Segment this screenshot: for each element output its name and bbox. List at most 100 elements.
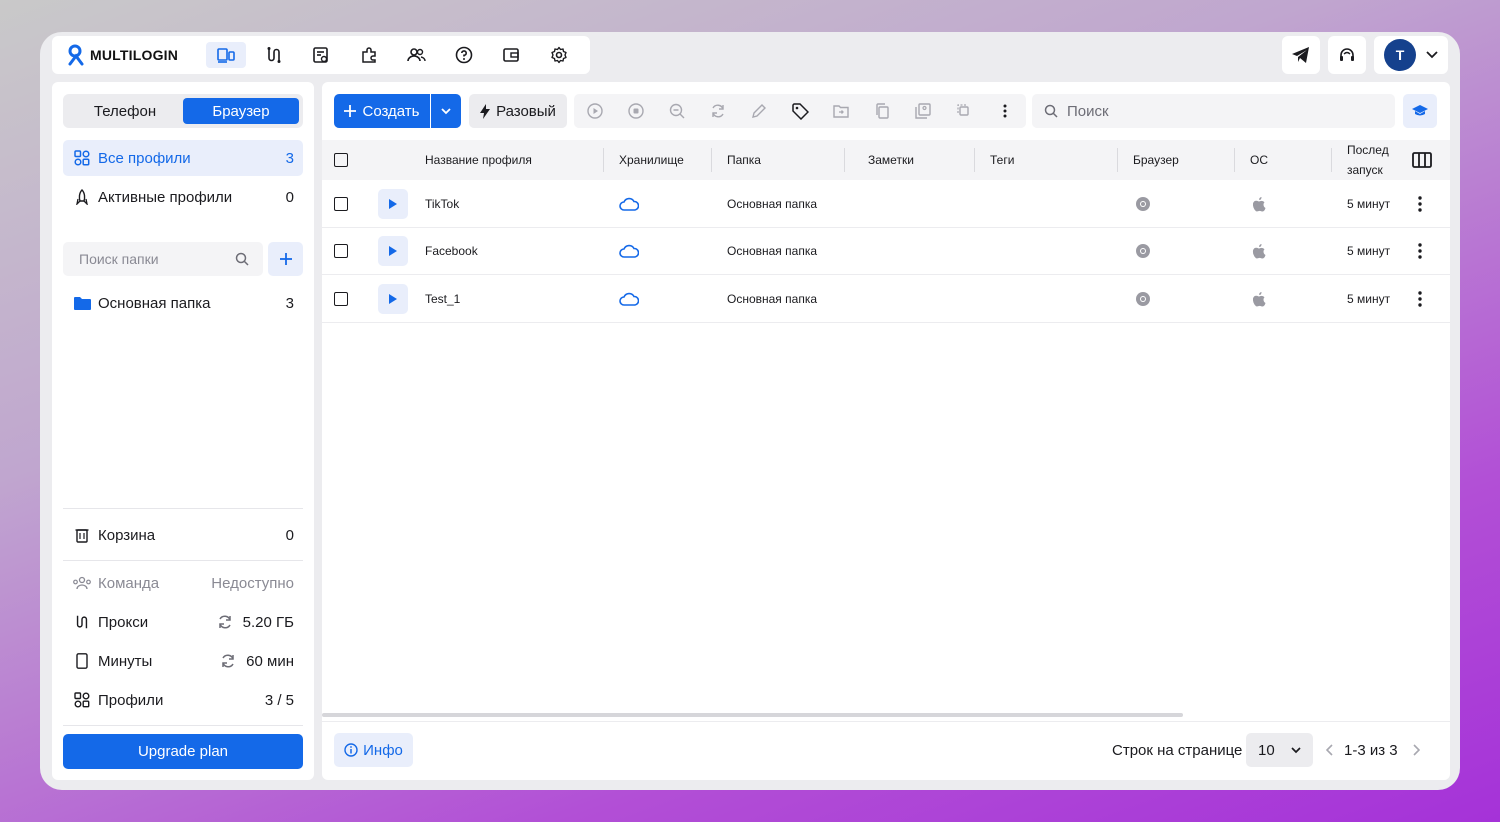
row-more-icon[interactable] [1418, 228, 1422, 275]
apple-icon [1252, 275, 1266, 322]
folder-count: 3 [285, 294, 294, 312]
column-folder[interactable]: Папка [727, 140, 761, 180]
sidebar-item-trash[interactable]: Корзина 0 [63, 517, 303, 553]
create-dropdown-button[interactable] [431, 94, 461, 128]
sidebar-item-label: Корзина [98, 526, 156, 544]
play-icon [389, 293, 397, 304]
chrome-icon [1135, 180, 1151, 227]
chevron-left-icon[interactable] [1326, 744, 1334, 756]
tag-icon[interactable] [779, 94, 820, 128]
play-icon [389, 198, 397, 209]
trash-icon [72, 525, 92, 545]
row-checkbox[interactable] [334, 228, 348, 275]
profile-folder: Основная папка [727, 196, 817, 211]
rows-per-page-value: 10 [1258, 741, 1275, 759]
profiles-icon[interactable] [206, 42, 246, 68]
row-checkbox[interactable] [334, 180, 348, 227]
column-tags[interactable]: Теги [990, 140, 1014, 180]
select-icon[interactable] [944, 94, 985, 128]
create-button[interactable]: Создать [334, 94, 430, 128]
cloud-icon [619, 228, 639, 275]
refresh-icon[interactable] [220, 653, 236, 669]
wallet-icon[interactable] [491, 42, 531, 68]
one-off-profile-button[interactable]: Разовый [469, 94, 567, 128]
start-profile-button[interactable] [378, 180, 408, 227]
profile-search-input[interactable]: Поиск [1032, 94, 1395, 128]
minutes-balance: 60 мин [246, 652, 294, 670]
upgrade-plan-button[interactable]: Upgrade plan [63, 734, 303, 769]
select-all-checkbox[interactable] [334, 140, 348, 180]
extensions-icon[interactable] [349, 42, 389, 68]
avatar[interactable]: T [1384, 39, 1416, 71]
profile-name[interactable]: Facebook [425, 228, 478, 275]
tab-browser[interactable]: Браузер [183, 98, 299, 124]
start-profile-button[interactable] [378, 228, 408, 275]
last-launch: 5 минут [1347, 196, 1391, 211]
settings-icon[interactable] [539, 42, 579, 68]
column-separator [974, 148, 975, 172]
table-row[interactable]: Facebook Основная папка 5 минут [322, 228, 1450, 275]
copy-icon[interactable] [862, 94, 903, 128]
folder-search-input[interactable]: Поиск папки [63, 242, 263, 276]
sidebar-item-label: Активные профили [98, 188, 233, 206]
chevron-right-icon[interactable] [1412, 744, 1420, 756]
stop-icon[interactable] [615, 94, 656, 128]
columns-settings-icon[interactable] [1412, 140, 1432, 180]
folder-item[interactable]: Основная папка 3 [63, 285, 303, 321]
sidebar-item-minutes[interactable]: Минуты 60 мин [63, 643, 303, 679]
chevron-down-icon [1426, 51, 1438, 59]
profile-name[interactable]: TikTok [425, 180, 459, 227]
academy-button[interactable] [1403, 94, 1437, 128]
help-icon[interactable] [444, 42, 484, 68]
team-icon[interactable] [396, 42, 436, 68]
avatar-letter: T [1395, 47, 1405, 63]
sidebar-item-all-profiles[interactable]: Все профили 3 [63, 140, 303, 176]
info-button[interactable]: Инфо [334, 733, 413, 767]
zoom-out-icon[interactable] [656, 94, 697, 128]
table-header: Название профиля Хранилище Папка Заметки… [322, 140, 1450, 180]
column-separator [1331, 148, 1332, 172]
table-row[interactable]: TikTok Основная папка 5 минут [322, 180, 1450, 228]
column-storage[interactable]: Хранилище [619, 140, 684, 180]
cloud-icon [619, 275, 639, 322]
row-more-icon[interactable] [1418, 275, 1422, 322]
add-folder-button[interactable] [268, 242, 303, 276]
scripts-icon[interactable] [301, 42, 341, 68]
move-to-folder-icon[interactable] [821, 94, 862, 128]
support-button[interactable] [1328, 36, 1366, 74]
more-vertical-icon[interactable] [985, 94, 1026, 128]
play-icon [389, 246, 397, 256]
row-more-icon[interactable] [1418, 180, 1422, 227]
column-browser[interactable]: Браузер [1133, 140, 1179, 180]
column-name[interactable]: Название профиля [425, 140, 532, 180]
refresh-icon[interactable] [217, 614, 233, 630]
sidebar-item-active-profiles[interactable]: Активные профили 0 [63, 179, 303, 215]
profile-folder: Основная папка [727, 244, 817, 258]
column-os[interactable]: ОС [1250, 140, 1268, 180]
profile-name[interactable]: Test_1 [425, 275, 460, 322]
table-row[interactable]: Test_1 Основная папка 5 минут [322, 275, 1450, 323]
column-notes[interactable]: Заметки [868, 140, 914, 180]
horizontal-scrollbar[interactable] [322, 713, 1183, 717]
column-last-launch[interactable]: Послед запуск [1347, 140, 1389, 180]
pagination: 1-3 из 3 [1326, 733, 1420, 767]
clone-icon[interactable] [903, 94, 944, 128]
sync-icon[interactable] [697, 94, 738, 128]
sidebar-item-label: Профили [98, 691, 164, 709]
sidebar-item-proxy[interactable]: Прокси 5.20 ГБ [63, 604, 303, 640]
rows-per-page-select[interactable]: 10 [1246, 733, 1313, 767]
row-checkbox[interactable] [334, 275, 348, 322]
search-placeholder: Поиск [1067, 102, 1109, 120]
telegram-button[interactable] [1282, 36, 1320, 74]
one-off-label: Разовый [496, 102, 556, 120]
edit-icon[interactable] [738, 94, 779, 128]
proxy-icon[interactable] [254, 42, 294, 68]
start-profile-button[interactable] [378, 275, 408, 322]
tab-phone[interactable]: Телефон [67, 98, 183, 124]
last-launch: 5 минут [1347, 291, 1391, 306]
team-status: Недоступно [211, 574, 294, 592]
account-menu[interactable]: T [1374, 36, 1448, 74]
app-window: MULTILOGIN T Телефон Браузер Все профили… [40, 32, 1460, 790]
start-icon[interactable] [574, 94, 615, 128]
column-separator [711, 148, 712, 172]
